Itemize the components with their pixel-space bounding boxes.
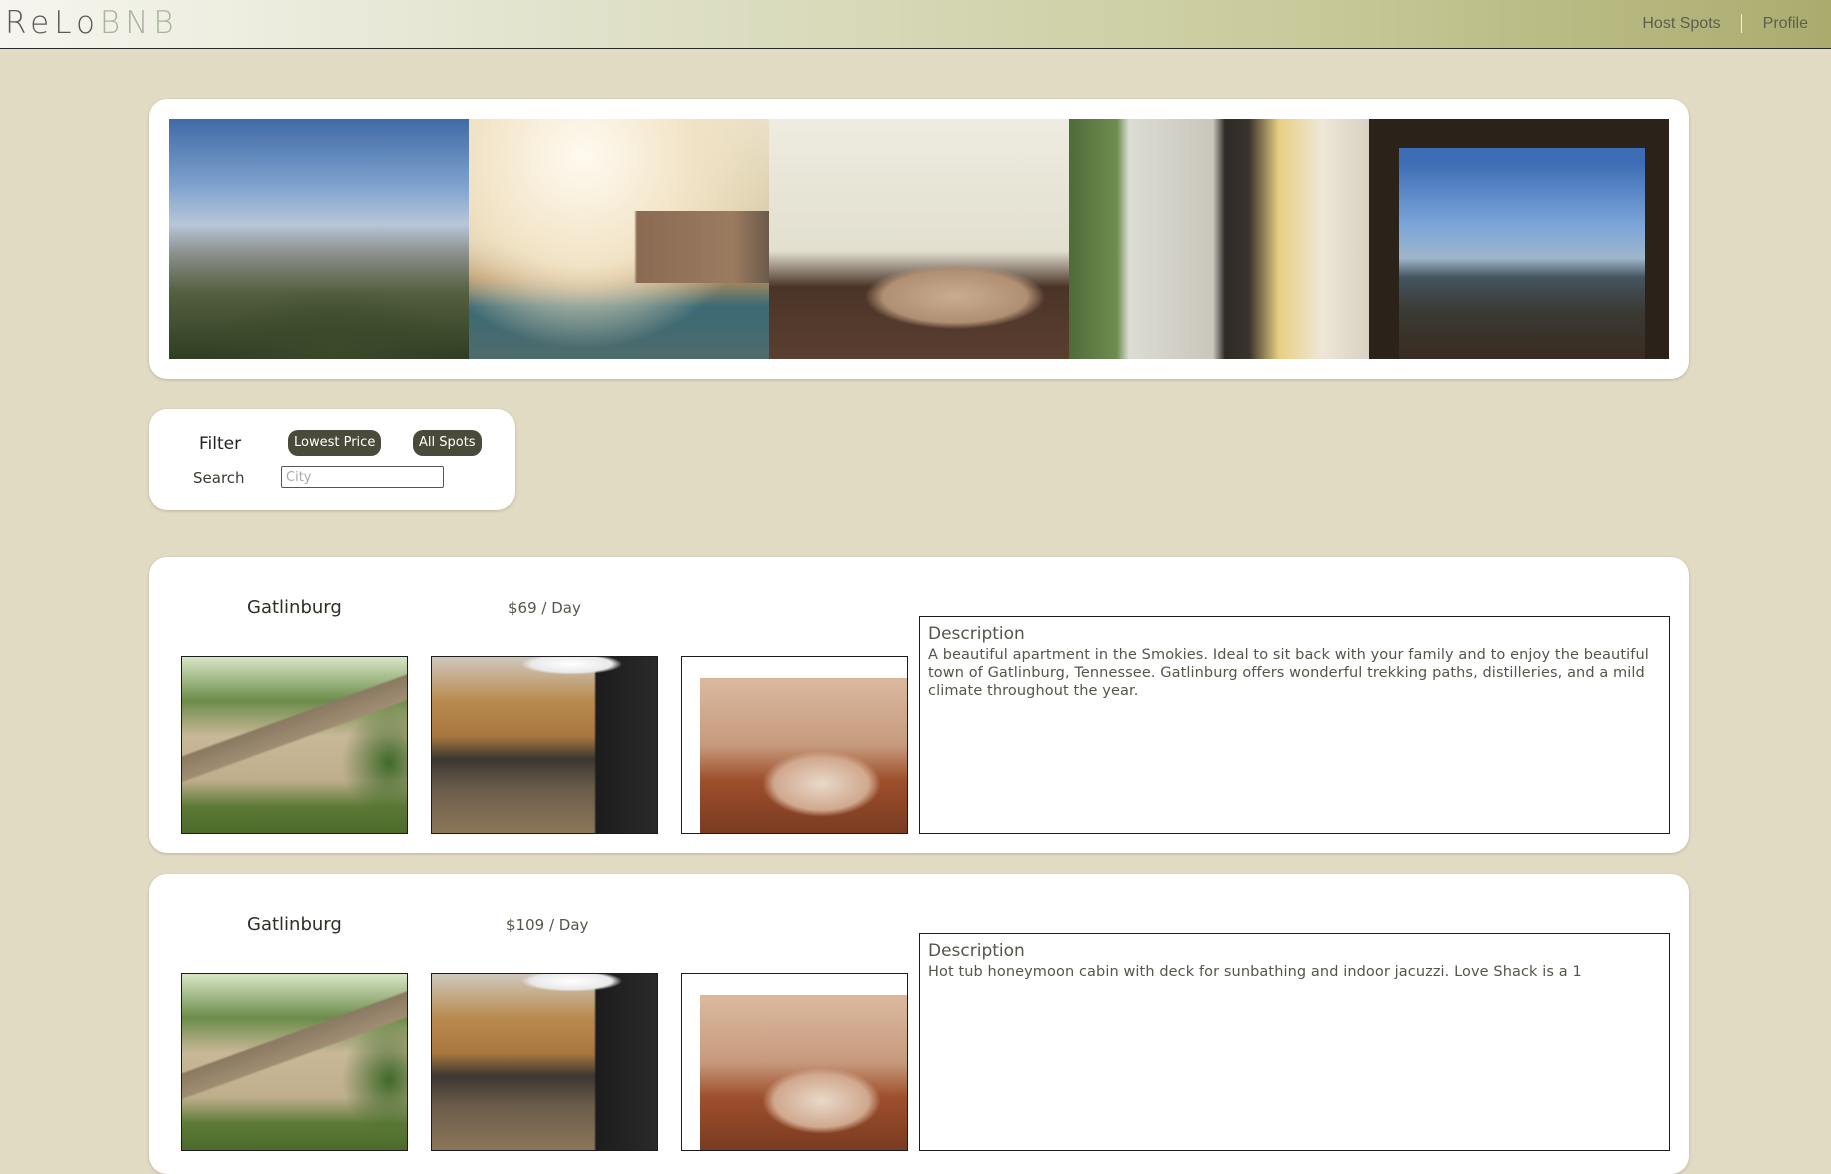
listing-card[interactable]: Gatlinburg $109 / Day Description Hot tu…: [149, 874, 1689, 1174]
logo[interactable]: ReLoBNB: [5, 4, 179, 42]
listing-card[interactable]: Gatlinburg $69 / Day Description A beaut…: [149, 557, 1689, 853]
hero-photo-city-skyline: [169, 119, 469, 359]
nav-links: Host Spots Profile: [1642, 14, 1808, 33]
filter-title: Filter: [199, 434, 242, 454]
nav-host-spots[interactable]: Host Spots: [1642, 15, 1720, 33]
description-text: Hot tub honeymoon cabin with deck for su…: [928, 964, 1582, 980]
lowest-price-button[interactable]: Lowest Price: [288, 430, 382, 456]
hero-photo-bedroom: [769, 119, 1069, 359]
city-search-input[interactable]: [281, 466, 444, 488]
hero-photo-window-view: [1369, 119, 1669, 359]
listing-photo-exterior[interactable]: [181, 656, 408, 834]
top-navbar: ReLoBNB Host Spots Profile: [0, 0, 1831, 49]
listing-price: $69 / Day: [508, 599, 581, 617]
listing-description-box: Description A beautiful apartment in the…: [919, 616, 1670, 834]
listing-photo-exterior[interactable]: [181, 973, 408, 1151]
listing-photo-kitchen[interactable]: [431, 973, 658, 1151]
hero-photo-kitchen-hallway: [1069, 119, 1369, 359]
hero-photo-living-room: [469, 119, 769, 359]
logo-bnb: BNB: [99, 5, 179, 41]
listing-city: Gatlinburg: [247, 914, 342, 935]
listing-description-box: Description Hot tub honeymoon cabin with…: [919, 933, 1670, 1151]
nav-profile[interactable]: Profile: [1763, 15, 1808, 33]
listing-price: $109 / Day: [506, 916, 589, 934]
search-label: Search: [193, 469, 245, 487]
logo-relo: ReLo: [5, 5, 100, 41]
listing-photo-bedroom[interactable]: [681, 973, 908, 1151]
listing-photo-kitchen[interactable]: [431, 656, 658, 834]
listing-city: Gatlinburg: [247, 597, 342, 618]
nav-divider: [1740, 14, 1742, 33]
hero-gallery-panel: [149, 99, 1689, 379]
description-title: Description: [928, 941, 1025, 961]
description-title: Description: [928, 624, 1025, 644]
filter-panel: Filter Lowest Price All Spots Search: [149, 409, 515, 510]
hero-photo-strip: [169, 119, 1669, 359]
all-spots-button[interactable]: All Spots: [413, 430, 482, 456]
description-text: A beautiful apartment in the Smokies. Id…: [928, 647, 1649, 699]
listing-photo-bedroom[interactable]: [681, 656, 908, 834]
